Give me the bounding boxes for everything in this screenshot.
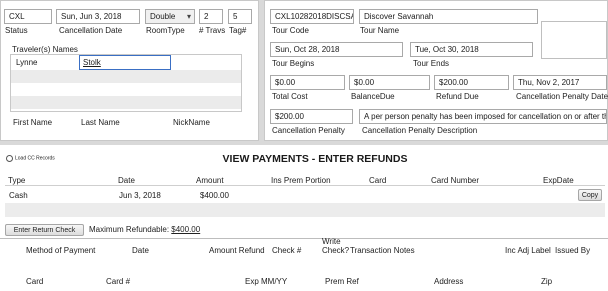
- column-header-amount: Amount: [196, 176, 224, 185]
- maximum-refundable-label: Maximum Refundable: $400.00: [89, 225, 200, 234]
- refund-due-field[interactable]: $200.00: [434, 75, 509, 90]
- status-field[interactable]: CXL: [4, 9, 52, 24]
- penalty-description-field[interactable]: A per person penalty has been imposed fo…: [359, 109, 607, 124]
- column-header-card: Card: [26, 277, 44, 286]
- write-check-line-1: Write: [322, 237, 341, 246]
- travelers-group-label: Traveler(s) Names: [12, 45, 78, 54]
- copy-button[interactable]: Copy: [578, 189, 602, 201]
- penalty-label: Cancellation Penalty: [272, 126, 345, 135]
- column-header-prem-ref: Prem Ref: [325, 277, 359, 286]
- status-label: Status: [5, 26, 28, 35]
- column-header-date: Date: [118, 176, 135, 185]
- cancellation-date-label: Cancellation Date: [59, 26, 123, 35]
- travs-label: # Travs: [199, 26, 226, 35]
- tour-panel: CXL10282018DISCSAV Tour Code Discover Sa…: [264, 0, 608, 141]
- payment-amount: $400.00: [200, 191, 229, 200]
- tag-field[interactable]: 5: [228, 9, 252, 24]
- column-header-address: Address: [434, 277, 464, 286]
- tour-begins-field[interactable]: Sun, Oct 28, 2018: [270, 42, 403, 57]
- tour-ends-label: Tour Ends: [413, 59, 450, 68]
- penalty-date-field[interactable]: Thu, Nov 2, 2017: [513, 75, 607, 90]
- tour-name-field[interactable]: Discover Savannah: [359, 9, 538, 24]
- column-header-card: Card: [369, 176, 387, 185]
- payments-grid-empty: [5, 203, 605, 217]
- column-header-zip: Zip: [541, 277, 553, 286]
- payments-panel: Load CC Records VIEW PAYMENTS - ENTER RE…: [0, 145, 608, 291]
- last-name-column-label: Last Name: [81, 118, 120, 127]
- payment-date: Jun 3, 2018: [119, 191, 161, 200]
- list-item: [11, 83, 241, 96]
- tour-image-box: [541, 21, 607, 59]
- balance-due-label: BalanceDue: [351, 92, 395, 101]
- first-name-column-label: First Name: [13, 118, 53, 127]
- column-header-inc-adj: Inc Adj Label: [505, 246, 551, 255]
- tour-begins-label: Tour Begins: [272, 59, 315, 68]
- room-type-label: RoomType: [146, 26, 185, 35]
- write-check-line-2: Check?: [322, 246, 350, 255]
- column-header-ins-prem: Ins Prem Portion: [271, 176, 331, 185]
- list-item: [11, 70, 241, 83]
- payments-title: VIEW PAYMENTS - ENTER REFUNDS: [222, 153, 408, 165]
- penalty-field[interactable]: $200.00: [270, 109, 353, 124]
- maximum-refundable-value: $400.00: [171, 225, 201, 234]
- cancellation-date-field[interactable]: Sun, Jun 3, 2018: [56, 9, 140, 24]
- tour-name-label: Tour Name: [360, 26, 400, 35]
- refund-due-label: Refund Due: [436, 92, 479, 101]
- column-header-card-number: Card Number: [431, 176, 480, 185]
- balance-due-field[interactable]: $0.00: [349, 75, 430, 90]
- column-header-refund-date: Date: [132, 246, 149, 255]
- column-header-amount-refund: Amount Refund: [209, 246, 265, 255]
- divider: [5, 185, 605, 186]
- traveler-first-name: Lynne: [16, 58, 38, 67]
- room-type-select[interactable]: Double: [145, 9, 195, 24]
- table-row[interactable]: Cash Jun 3, 2018 $400.00 Copy: [5, 187, 605, 203]
- maximum-refundable-text: Maximum Refundable:: [89, 225, 170, 234]
- penalty-date-label: Cancellation Penalty Date: [516, 92, 608, 101]
- tour-code-label: Tour Code: [272, 26, 309, 35]
- traveler-row[interactable]: Lynne Stolk: [11, 55, 241, 70]
- total-cost-field[interactable]: $0.00: [270, 75, 345, 90]
- payment-type: Cash: [9, 191, 28, 200]
- travelers-list[interactable]: Lynne Stolk: [10, 54, 242, 112]
- column-header-write-check: Write Check?: [322, 237, 349, 255]
- column-header-card-no: Card #: [106, 277, 131, 286]
- booking-panel: CXL Status Sun, Jun 3, 2018 Cancellation…: [0, 0, 259, 141]
- tour-ends-field[interactable]: Tue, Oct 30, 2018: [410, 42, 533, 57]
- nickname-column-label: NickName: [173, 118, 210, 127]
- column-header-exp: Exp MM/YY: [245, 277, 288, 286]
- column-header-issued-by: Issued By: [555, 246, 591, 255]
- total-cost-label: Total Cost: [272, 92, 308, 101]
- tag-label: Tag#: [229, 26, 247, 35]
- tour-code-field[interactable]: CXL10282018DISCSAV: [270, 9, 354, 24]
- column-header-check-no: Check #: [272, 246, 302, 255]
- column-header-type: Type: [8, 176, 26, 185]
- divider: [0, 238, 608, 239]
- column-header-expdate: ExpDate: [543, 176, 574, 185]
- enter-return-check-button[interactable]: Enter Return Check: [5, 224, 84, 236]
- traveler-last-name-input[interactable]: Stolk: [79, 55, 171, 70]
- list-item: [11, 96, 241, 109]
- travs-field[interactable]: 2: [199, 9, 223, 24]
- column-header-method: Method of Payment: [26, 246, 96, 255]
- column-header-transaction-notes: Transaction Notes: [350, 246, 415, 255]
- penalty-description-label: Cancellation Penalty Description: [362, 126, 478, 135]
